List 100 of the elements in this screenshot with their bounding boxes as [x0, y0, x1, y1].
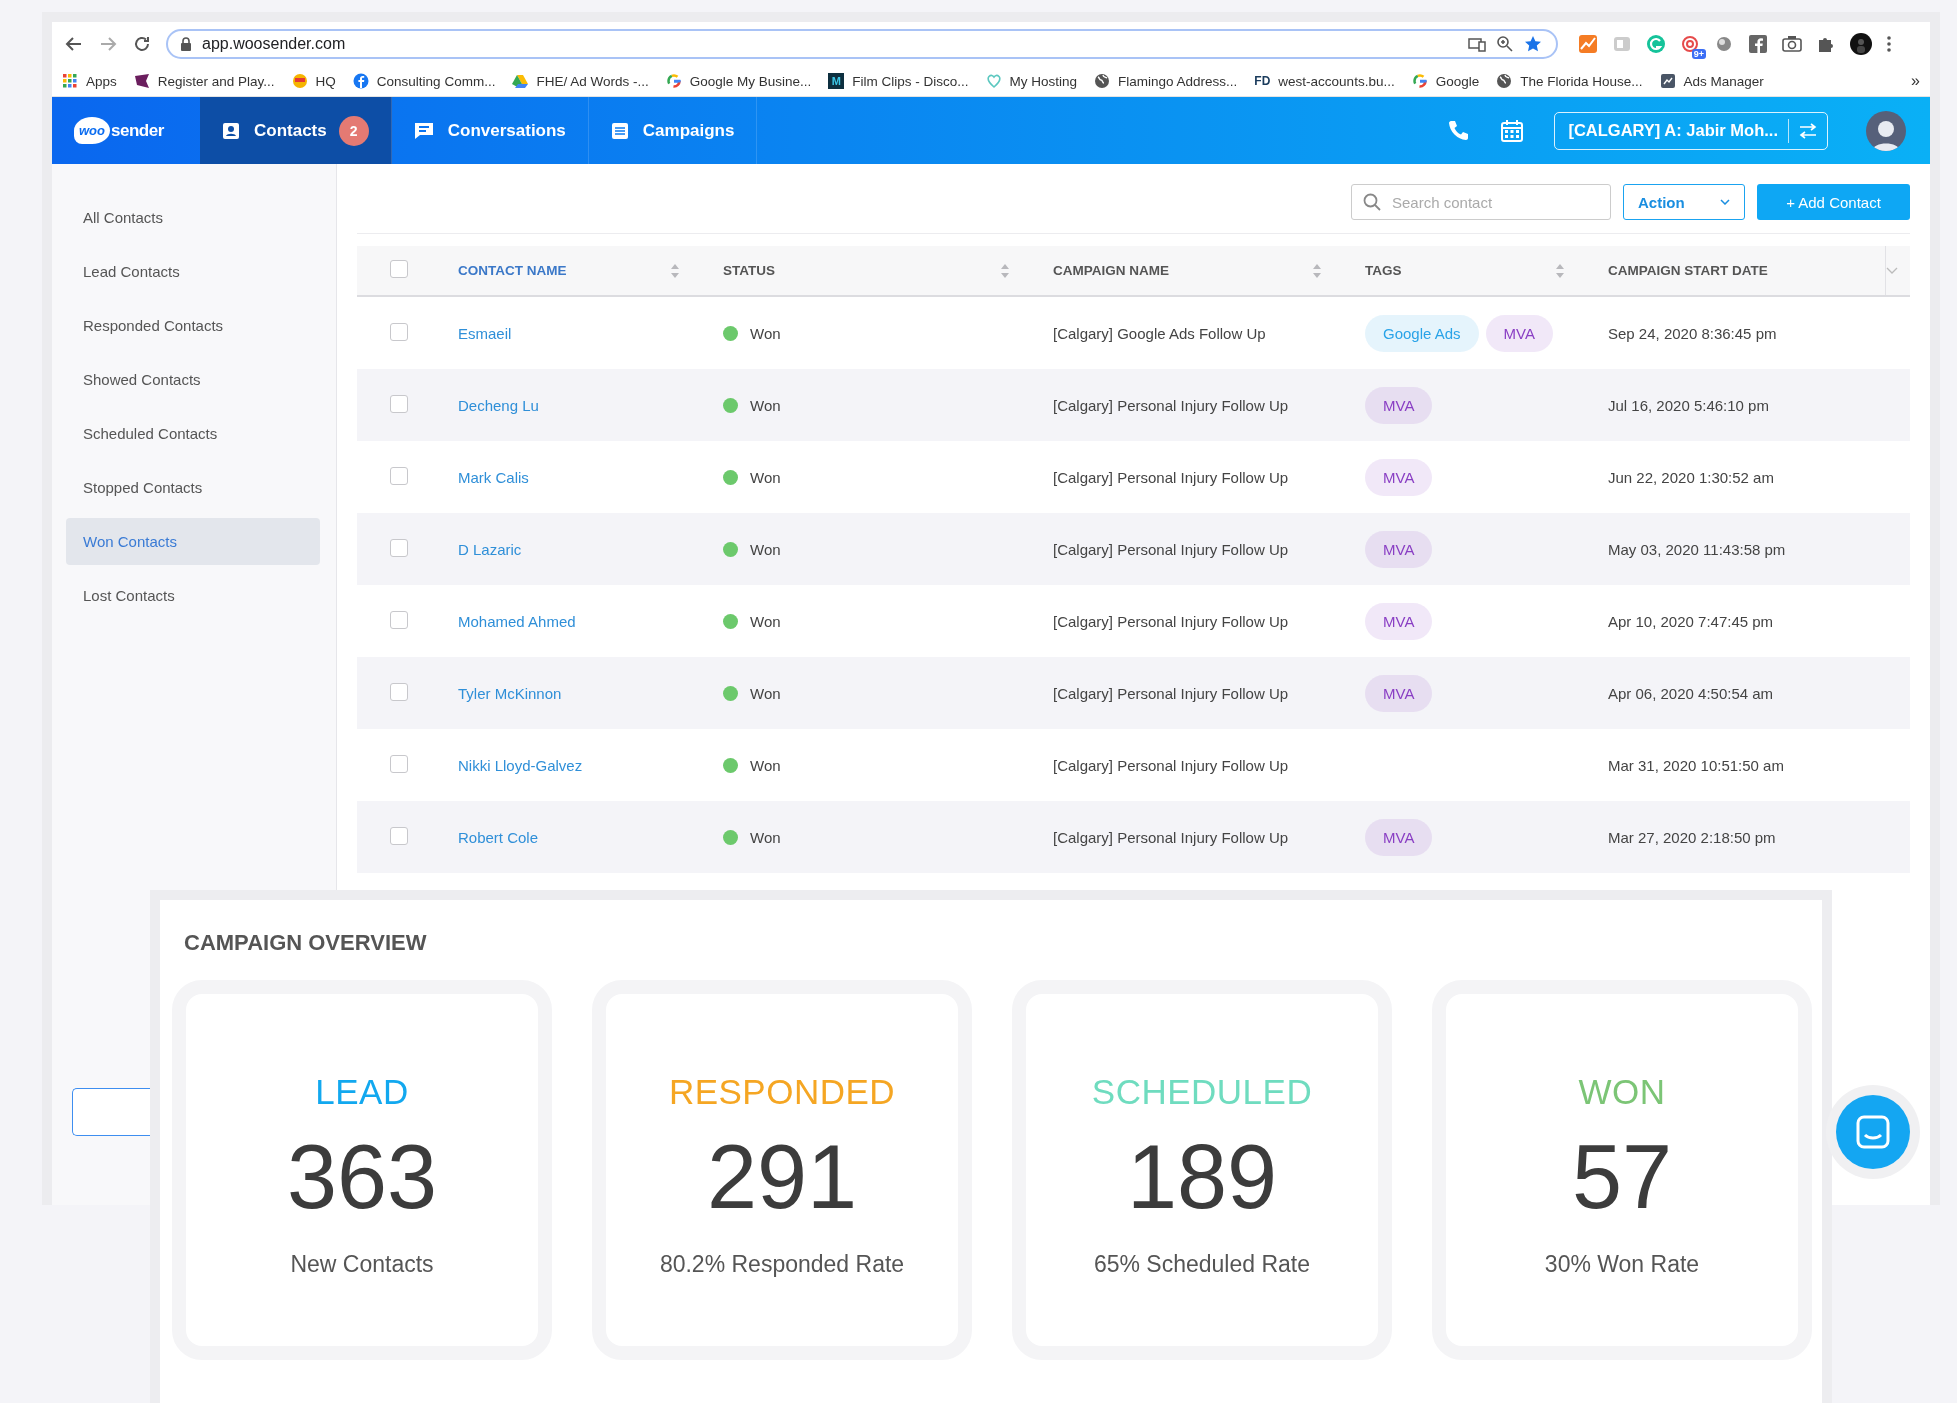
zoom-icon[interactable] — [1496, 35, 1514, 53]
grammar-icon[interactable] — [1646, 34, 1666, 54]
sidebar-item[interactable]: Stopped Contacts — [66, 464, 320, 511]
devices-icon[interactable] — [1468, 36, 1486, 52]
status-text: Won — [750, 612, 781, 630]
sphere-icon[interactable] — [1714, 34, 1734, 54]
globe-icon — [1094, 73, 1111, 89]
bookmark-link[interactable]: HQ — [315, 73, 336, 89]
start-date: Mar 31, 2020 10:51:50 am — [1608, 756, 1784, 774]
campaign-name: [Calgary] Personal Injury Follow Up — [1053, 756, 1289, 774]
caret-icon — [1720, 199, 1730, 205]
column-header[interactable]: CAMPAIGN START DATE — [1595, 246, 1886, 296]
contact-link[interactable]: Mark Calis — [458, 468, 529, 486]
chart-icon[interactable] — [1578, 34, 1598, 54]
count-badge: 9+ — [1691, 49, 1706, 59]
checkbox[interactable] — [390, 754, 408, 773]
bookmark-link[interactable]: Film Clips - Disco... — [852, 73, 969, 89]
profile-avatar-icon[interactable] — [1850, 33, 1872, 55]
sort-icon[interactable] — [1312, 262, 1322, 279]
bookmark-link[interactable]: Apps — [86, 73, 117, 89]
campaign-name: [Calgary] Personal Injury Follow Up — [1053, 612, 1289, 630]
facebook-square-icon[interactable] — [1748, 34, 1768, 54]
sidebar-item[interactable]: Showed Contacts — [66, 356, 320, 403]
facebook-icon — [352, 73, 369, 89]
calendar-icon[interactable] — [1500, 118, 1525, 143]
bookmarks-overflow[interactable]: » — [1911, 72, 1920, 90]
address-bar[interactable]: app.woosender.com — [166, 29, 1558, 59]
reload-icon[interactable] — [132, 34, 152, 54]
status-text: Won — [750, 756, 781, 774]
sidebar-item[interactable]: Scheduled Contacts — [66, 410, 320, 457]
checkbox[interactable] — [390, 610, 408, 629]
status-text: Won — [750, 468, 781, 486]
nav-tab[interactable]: Campaigns — [588, 97, 758, 164]
bookmark-link[interactable]: west-accounts.bu... — [1278, 73, 1395, 89]
bookmark-link[interactable]: The Florida House... — [1520, 73, 1643, 89]
status-text: Won — [750, 396, 781, 414]
tag: MVA — [1365, 818, 1433, 856]
tag: MVA — [1365, 530, 1433, 568]
stat-caption: 30% Won Rate — [1544, 1251, 1700, 1278]
extension-icon[interactable] — [1612, 34, 1632, 54]
section-title: CAMPAIGN OVERVIEW — [184, 930, 428, 956]
star-icon[interactable] — [1524, 35, 1542, 53]
swap-icon — [1799, 122, 1817, 139]
stat-caption: 80.2% Responded Rate — [659, 1251, 905, 1278]
phone-icon[interactable] — [1446, 118, 1471, 143]
checkbox[interactable] — [390, 394, 408, 413]
checkbox[interactable] — [390, 826, 408, 845]
campaign-name: [Calgary] Personal Injury Follow Up — [1053, 684, 1289, 702]
stat-value: 189 — [1126, 1126, 1278, 1229]
letter-icon: FD — [1254, 73, 1271, 89]
column-header[interactable]: STATUS — [710, 246, 1040, 296]
checkbox[interactable] — [390, 682, 408, 701]
globe-icon — [1496, 73, 1513, 89]
start-date: Jul 16, 2020 5:46:10 pm — [1608, 396, 1769, 414]
checkbox[interactable] — [390, 538, 408, 557]
bookmark-link[interactable]: My Hosting — [1009, 73, 1078, 89]
contact-card-icon — [222, 121, 240, 140]
column-header[interactable]: TAGS — [1352, 246, 1595, 296]
sort-icon[interactable] — [1000, 262, 1010, 279]
apps-grid-icon — [62, 73, 78, 89]
bookmark-link[interactable]: Register and Play... — [157, 73, 275, 89]
more-menu-icon[interactable] — [1886, 34, 1892, 54]
sort-icon[interactable] — [1555, 262, 1565, 279]
column-header[interactable]: CONTACT NAME — [445, 246, 710, 296]
contact-link[interactable]: Mohamed Ahmed — [458, 612, 576, 630]
nav-tab[interactable]: Contacts 2 — [200, 97, 392, 164]
bookmark-link[interactable]: Flamingo Address... — [1118, 73, 1238, 89]
bookmark-link[interactable]: Google My Busine... — [689, 73, 812, 89]
chat-button[interactable] — [1836, 1095, 1910, 1169]
column-header[interactable]: CAMPAIGN NAME — [1040, 246, 1352, 296]
heart-icon — [985, 73, 1002, 89]
stat-label: RESPONDED — [668, 1072, 896, 1112]
camera-icon[interactable] — [1782, 34, 1802, 54]
sidebar-item[interactable]: Lost Contacts — [66, 572, 320, 619]
sidebar-item[interactable]: All Contacts — [66, 194, 320, 241]
status-dot-icon — [723, 829, 738, 845]
bookmark-link[interactable]: Ads Manager — [1683, 73, 1764, 89]
stat-caption: 65% Scheduled Rate — [1093, 1251, 1311, 1278]
contact-link[interactable]: Nikki Lloyd-Galvez — [458, 756, 583, 774]
checkbox[interactable] — [390, 322, 408, 341]
checkbox[interactable] — [390, 466, 408, 485]
bookmark-link[interactable]: FHE/ Ad Words -... — [536, 73, 649, 89]
nav-tab[interactable]: Conversations — [391, 97, 589, 164]
status-dot-icon — [723, 397, 738, 413]
checkbox[interactable] — [390, 260, 408, 278]
sidebar-button[interactable] — [72, 1088, 150, 1136]
caret-icon[interactable] — [1886, 266, 1898, 275]
lock-icon — [180, 37, 192, 51]
action-dropdown[interactable]: Action — [1623, 184, 1745, 220]
sort-icon[interactable] — [670, 262, 680, 279]
chat-icon — [413, 121, 434, 140]
letter-icon: M — [828, 73, 845, 89]
search-field[interactable]: Search contact — [1351, 184, 1611, 220]
sidebar-item[interactable]: Responded Contacts — [66, 302, 320, 349]
sidebar-item[interactable]: Lead Contacts — [66, 248, 320, 295]
start-date: Apr 06, 2020 4:50:54 am — [1608, 684, 1774, 702]
bookmark-link[interactable]: Consulting Comm... — [376, 73, 496, 89]
bookmark-link[interactable]: Google — [1435, 73, 1480, 89]
tag: MVA — [1365, 458, 1433, 496]
user-avatar[interactable] — [1866, 110, 1906, 151]
